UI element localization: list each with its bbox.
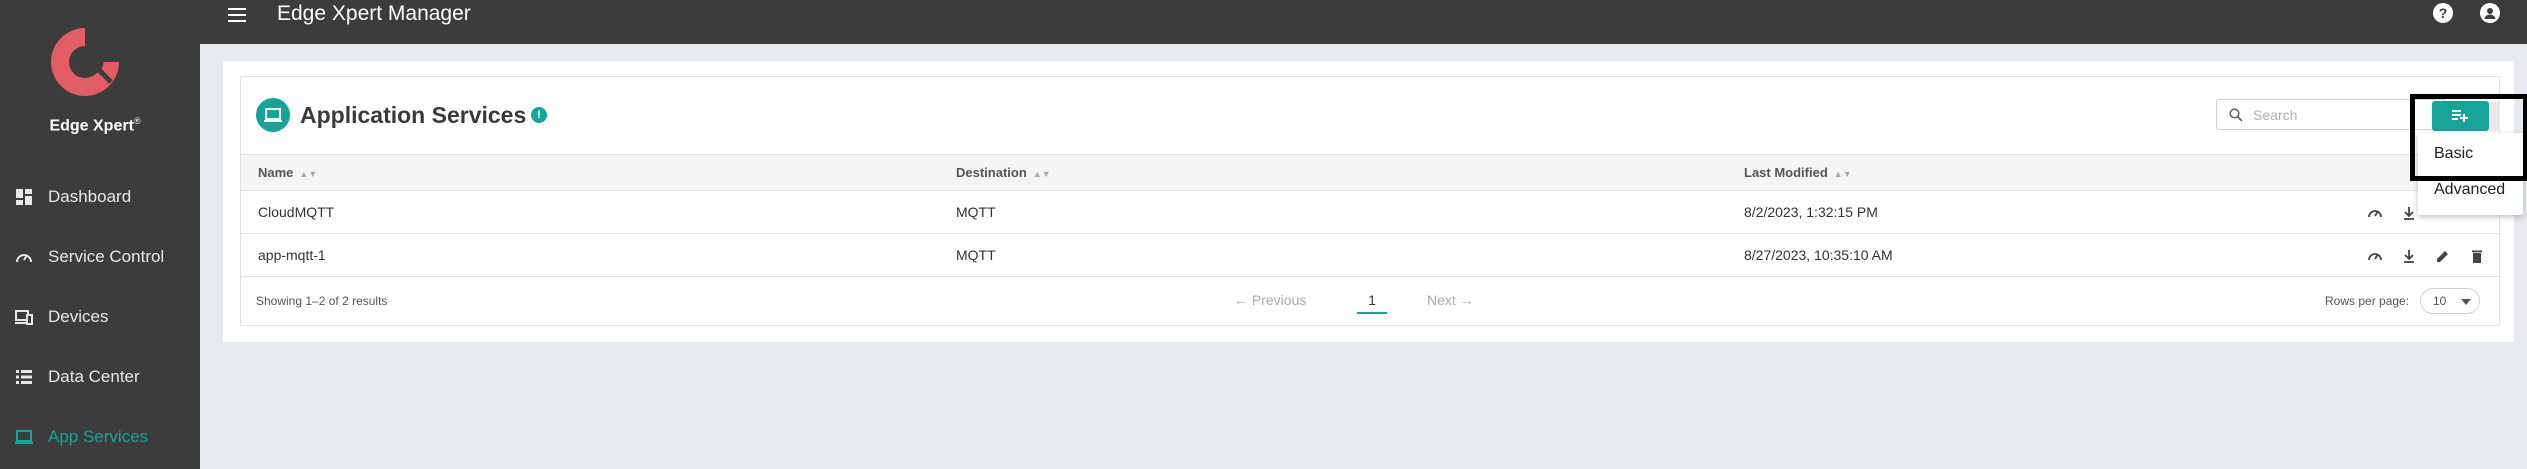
previous-page-button[interactable]: ← Previous [1234, 292, 1306, 308]
sidebar-item-app-services[interactable]: App Services [0, 417, 200, 457]
sidebar-item-label: Devices [48, 307, 109, 326]
help-icon[interactable]: ? [2433, 3, 2453, 23]
table-row[interactable]: app-mqtt-1 MQTT 8/27/2023, 10:35:10 AM [241, 234, 2499, 277]
cell-last-modified: 8/2/2023, 1:32:15 PM [1744, 204, 1878, 220]
speedometer-icon[interactable] [2365, 246, 2385, 266]
brand-logo[interactable]: Edge Xpert® [40, 22, 150, 142]
sidebar-item-label: Data Center [48, 367, 140, 386]
sidebar-item-data-center[interactable]: Data Center [0, 357, 200, 397]
info-icon[interactable]: ! [531, 107, 547, 123]
search-icon [2229, 107, 2243, 122]
top-app-bar: Edge Xpert Manager ? [200, 0, 2527, 44]
page-title: Application Services [300, 102, 527, 128]
column-header-name[interactable]: Name ▲▼ [258, 165, 317, 180]
monitor-icon [0, 428, 48, 446]
monitor-icon [256, 98, 290, 132]
cell-destination: MQTT [956, 204, 996, 220]
sidebar-item-dashboard[interactable]: Dashboard [0, 177, 200, 217]
selection-highlight [2410, 94, 2527, 181]
sidebar-item-label: Dashboard [48, 187, 132, 206]
registered-mark: ® [133, 116, 141, 126]
chevron-down-icon [2461, 299, 2471, 305]
cell-last-modified: 8/27/2023, 10:35:10 AM [1744, 247, 1893, 263]
devices-icon [0, 308, 48, 326]
sort-icon: ▲▼ [299, 169, 318, 179]
cell-name: app-mqtt-1 [258, 247, 326, 263]
cell-destination: MQTT [956, 247, 996, 263]
app-title: Edge Xpert Manager [277, 2, 471, 25]
download-icon[interactable] [2399, 203, 2419, 223]
table-header: Name ▲▼ Destination ▲▼ Last Modified ▲▼ [241, 154, 2499, 191]
speedometer-icon[interactable] [2365, 203, 2385, 223]
sidebar-item-label: Service Control [48, 247, 165, 266]
column-header-destination[interactable]: Destination ▲▼ [956, 165, 1051, 180]
next-page-button[interactable]: Next → [1427, 292, 1474, 308]
table-row[interactable]: CloudMQTT MQTT 8/2/2023, 1:32:15 PM [241, 191, 2499, 234]
download-icon[interactable] [2399, 246, 2419, 266]
search-input[interactable] [2253, 106, 2433, 123]
speedometer-icon [0, 248, 48, 266]
dashboard-icon [0, 188, 48, 206]
list-icon [0, 368, 48, 386]
sidebar-item-label: App Services [48, 427, 149, 446]
cell-name: CloudMQTT [258, 204, 335, 220]
rows-per-page-label: Rows per page: [2325, 294, 2410, 308]
brand-name: Edge Xpert [49, 117, 134, 135]
account-icon[interactable] [2480, 3, 2500, 23]
edit-icon[interactable] [2433, 246, 2453, 266]
rows-per-page-select[interactable]: 10 [2420, 288, 2480, 314]
rows-per-page-value: 10 [2433, 294, 2447, 308]
sidebar-item-devices[interactable]: Devices [0, 297, 200, 337]
menu-item-advanced[interactable]: Advanced [2434, 181, 2505, 199]
sort-icon: ▲▼ [1833, 169, 1852, 179]
delete-icon[interactable] [2467, 246, 2487, 266]
sort-icon: ▲▼ [1032, 169, 1051, 179]
results-summary: Showing 1–2 of 2 results [256, 294, 388, 308]
sidebar: Edge Xpert® Dashboard Service Control De… [0, 0, 200, 469]
menu-icon[interactable] [228, 4, 250, 26]
edge-xpert-logo-icon [51, 28, 119, 96]
column-header-last-modified[interactable]: Last Modified ▲▼ [1744, 165, 1852, 180]
page-number-button[interactable]: 1 [1357, 290, 1387, 314]
sidebar-item-service-control[interactable]: Service Control [0, 237, 200, 277]
